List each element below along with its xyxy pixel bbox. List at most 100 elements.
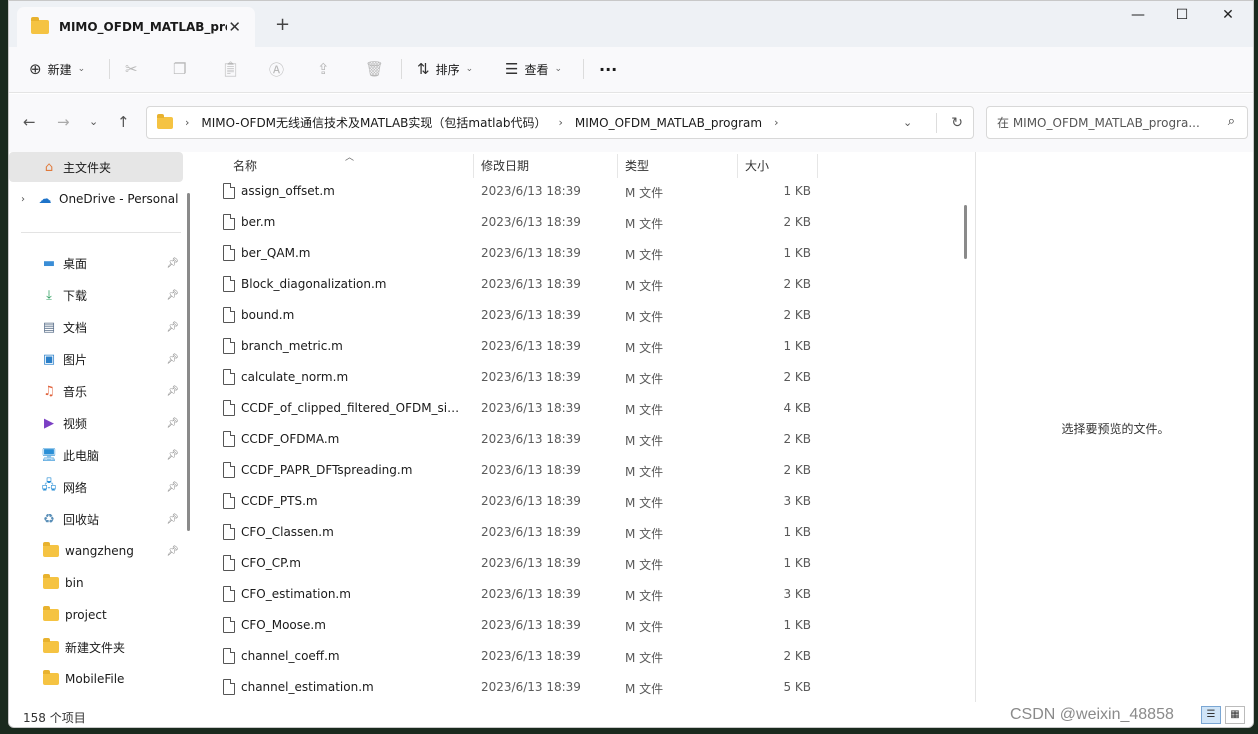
chevron-down-icon: ⌄	[554, 64, 563, 74]
sidebar-item-downloads[interactable]: ⤓ 下载 📌︎	[9, 280, 183, 310]
chevron-right-icon[interactable]: ›	[21, 194, 25, 205]
file-row[interactable]: bound.m 2023/6/13 18:39 M 文件 2 KB	[199, 300, 965, 331]
address-actions: ⌄ ↻	[903, 107, 973, 138]
delete-button[interactable]: 🗑︎	[365, 56, 384, 82]
sidebar-scrollbar[interactable]	[187, 193, 190, 531]
pin-icon[interactable]: 📌︎	[166, 290, 179, 301]
paste-button[interactable]: 📋︎	[221, 56, 240, 82]
refresh-icon[interactable]: ↻	[951, 115, 963, 131]
forward-arrow-icon[interactable]: →	[57, 113, 70, 131]
close-window-button[interactable]: ✕	[1205, 7, 1251, 23]
file-row[interactable]: branch_metric.m 2023/6/13 18:39 M 文件 1 KB	[199, 331, 965, 362]
file-row[interactable]: CCDF_PTS.m 2023/6/13 18:39 M 文件 3 KB	[199, 486, 965, 517]
address-bar[interactable]: › MIMO-OFDM无线通信技术及MATLAB实现（包括matlab代码） ›…	[146, 106, 974, 139]
column-header-date[interactable]: 修改日期	[481, 152, 529, 178]
folder-icon	[31, 17, 49, 34]
column-divider[interactable]	[617, 154, 618, 178]
pin-icon[interactable]: 📌︎	[166, 514, 179, 525]
back-arrow-icon[interactable]: ←	[23, 113, 36, 131]
column-divider[interactable]	[473, 154, 474, 178]
tab-close-button[interactable]: ✕	[228, 18, 241, 36]
file-row[interactable]: CCDF_OFDMA.m 2023/6/13 18:39 M 文件 2 KB	[199, 424, 965, 455]
search-box[interactable]: 在 MIMO_OFDM_MATLAB_progra... ⌕	[986, 106, 1248, 139]
file-icon	[223, 214, 235, 230]
search-icon[interactable]: ⌕	[1228, 114, 1235, 129]
sidebar-item-mobilefile[interactable]: MobileFile	[9, 664, 183, 694]
pin-icon[interactable]: 📌︎	[166, 322, 179, 333]
file-row[interactable]: CFO_Classen.m 2023/6/13 18:39 M 文件 1 KB	[199, 517, 965, 548]
file-icon	[223, 586, 235, 602]
sidebar-item-this-pc[interactable]: 🖥︎ 此电脑 📌︎	[9, 440, 183, 470]
file-type: M 文件	[625, 527, 664, 541]
thumbnails-view-icon[interactable]: ▦	[1225, 706, 1245, 724]
pin-icon[interactable]: 📌︎	[166, 450, 179, 461]
pin-icon[interactable]: 📌︎	[166, 386, 179, 397]
column-header-name[interactable]: 名称	[233, 152, 257, 178]
sidebar-item-bin[interactable]: bin	[9, 568, 183, 598]
sidebar-item-desktop[interactable]: ▬ 桌面 📌︎	[9, 248, 183, 278]
copy-button[interactable]: ❐	[173, 56, 186, 82]
tab-current-folder[interactable]: MIMO_OFDM_MATLAB_progr ✕	[17, 7, 255, 47]
new-tab-button[interactable]: +	[275, 14, 290, 35]
pin-icon[interactable]: 📌︎	[166, 354, 179, 365]
sidebar-item-documents[interactable]: ▤ 文档 📌︎	[9, 312, 183, 342]
sidebar-item-home[interactable]: ⌂ 主文件夹	[9, 152, 183, 182]
file-size: 2 KB	[783, 308, 811, 322]
file-row[interactable]: channel_coeff.m 2023/6/13 18:39 M 文件 2 KB	[199, 641, 965, 672]
file-row[interactable]: CFO_Moose.m 2023/6/13 18:39 M 文件 1 KB	[199, 610, 965, 641]
column-divider[interactable]	[817, 154, 818, 178]
file-type: M 文件	[625, 372, 664, 386]
file-row[interactable]: CCDF_of_clipped_filtered_OFDM_sign... 202…	[199, 393, 965, 424]
cut-button[interactable]: ✂	[125, 56, 138, 82]
sidebar-item-onedrive[interactable]: › ☁ OneDrive - Personal	[9, 184, 183, 214]
address-history-chevron-icon[interactable]: ⌄	[903, 116, 912, 129]
column-divider[interactable]	[737, 154, 738, 178]
pin-icon[interactable]: 📌︎	[166, 546, 179, 557]
sidebar-item-project[interactable]: project	[9, 600, 183, 630]
file-row[interactable]: ber.m 2023/6/13 18:39 M 文件 2 KB	[199, 207, 965, 238]
sort-button[interactable]: ⇅ 排序 ⌄	[417, 56, 473, 82]
recent-locations-chevron-icon[interactable]: ⌄	[89, 115, 98, 128]
new-button[interactable]: ⊕ 新建 ⌄	[29, 56, 85, 82]
file-size: 1 KB	[783, 246, 811, 260]
file-list-scrollbar[interactable]	[964, 205, 967, 259]
file-row[interactable]: calculate_norm.m 2023/6/13 18:39 M 文件 2 KB	[199, 362, 965, 393]
sidebar-item-music[interactable]: ♫ 音乐 📌︎	[9, 376, 183, 406]
details-view-icon[interactable]: ☰	[1201, 706, 1221, 724]
rename-button[interactable]: Ⓐ	[269, 56, 284, 82]
chevron-right-icon[interactable]: ›	[558, 116, 562, 129]
file-name: CFO_Classen.m	[241, 525, 334, 539]
view-button[interactable]: ☰ 查看 ⌄	[505, 56, 562, 82]
column-header-type[interactable]: 类型	[625, 152, 649, 178]
file-icon	[223, 679, 235, 695]
file-type: M 文件	[625, 620, 664, 634]
sidebar-item-videos[interactable]: ▶ 视频 📌︎	[9, 408, 183, 438]
column-header-size[interactable]: 大小	[745, 152, 769, 178]
chevron-right-icon[interactable]: ›	[774, 116, 778, 129]
more-options-button[interactable]: ···	[599, 56, 617, 82]
sidebar-item-network[interactable]: 🖧︎ 网络 📌︎	[9, 472, 183, 502]
chevron-right-icon[interactable]: ›	[185, 116, 189, 129]
up-arrow-icon[interactable]: ↑	[117, 113, 130, 131]
minimize-button[interactable]: —	[1115, 7, 1161, 23]
toolbar-divider	[583, 59, 584, 79]
file-row[interactable]: ber_QAM.m 2023/6/13 18:39 M 文件 1 KB	[199, 238, 965, 269]
sidebar-item-recycle-bin[interactable]: ♻ 回收站 📌︎	[9, 504, 183, 534]
pin-icon[interactable]: 📌︎	[166, 482, 179, 493]
pin-icon[interactable]: 📌︎	[166, 418, 179, 429]
file-row[interactable]: CFO_estimation.m 2023/6/13 18:39 M 文件 3 KB	[199, 579, 965, 610]
file-row[interactable]: CCDF_PAPR_DFTspreading.m 2023/6/13 18:39 M…	[199, 455, 965, 486]
maximize-button[interactable]: ☐	[1159, 7, 1205, 23]
file-row[interactable]: Block_diagonalization.m 2023/6/13 18:39 M …	[199, 269, 965, 300]
pin-icon[interactable]: 📌︎	[166, 258, 179, 269]
file-row[interactable]: channel_estimation.m 2023/6/13 18:39 M 文件 5…	[199, 672, 965, 702]
file-row[interactable]: assign_offset.m 2023/6/13 18:39 M 文件 1 KB	[199, 176, 965, 207]
file-row[interactable]: CFO_CP.m 2023/6/13 18:39 M 文件 1 KB	[199, 548, 965, 579]
breadcrumb-current[interactable]: MIMO_OFDM_MATLAB_program	[575, 116, 762, 130]
sidebar-item-new-folder[interactable]: 新建文件夹	[9, 632, 183, 662]
sidebar-item-pictures[interactable]: ▣ 图片 📌︎	[9, 344, 183, 374]
sidebar-item-wangzheng[interactable]: wangzheng 📌︎	[9, 536, 183, 566]
search-input[interactable]: 在 MIMO_OFDM_MATLAB_progra...	[997, 114, 1207, 131]
share-button[interactable]: ⇪	[317, 56, 330, 82]
breadcrumb-parent[interactable]: MIMO-OFDM无线通信技术及MATLAB实现（包括matlab代码）	[201, 114, 546, 131]
